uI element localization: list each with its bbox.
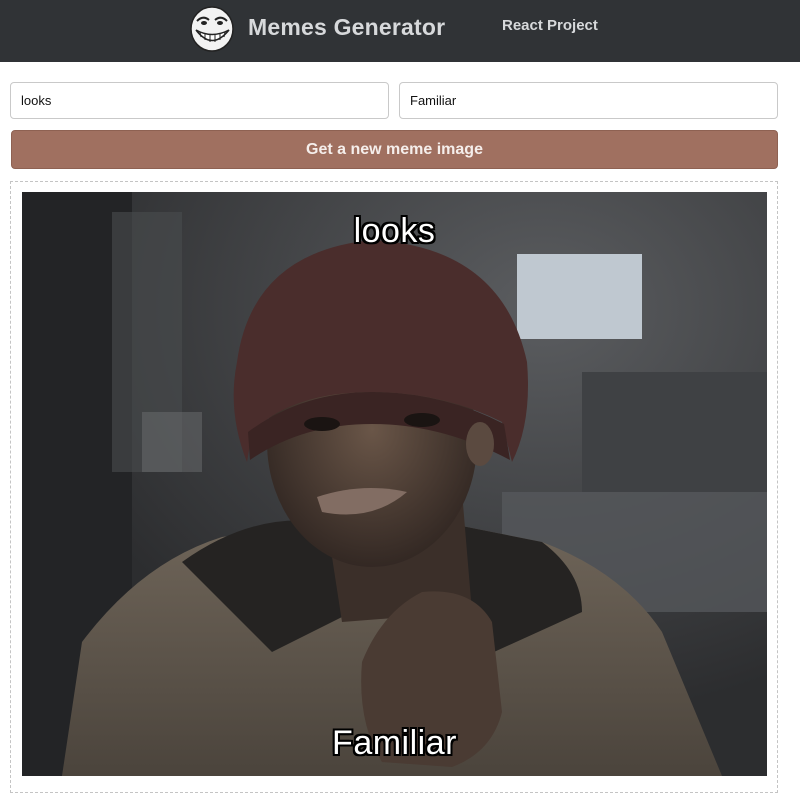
trollface-icon <box>187 3 237 53</box>
meme-bottom-caption: Familiar <box>332 724 457 762</box>
meme-image: looks Familiar <box>22 192 767 776</box>
project-label: React Project <box>502 17 598 34</box>
meme-top-caption: looks <box>353 212 436 250</box>
bottom-text-input[interactable] <box>399 82 778 119</box>
app-header: Memes Generator React Project <box>0 0 800 62</box>
app-title: Memes Generator <box>248 14 446 40</box>
get-new-meme-button[interactable]: Get a new meme image <box>11 130 778 169</box>
top-text-input[interactable] <box>10 82 389 119</box>
